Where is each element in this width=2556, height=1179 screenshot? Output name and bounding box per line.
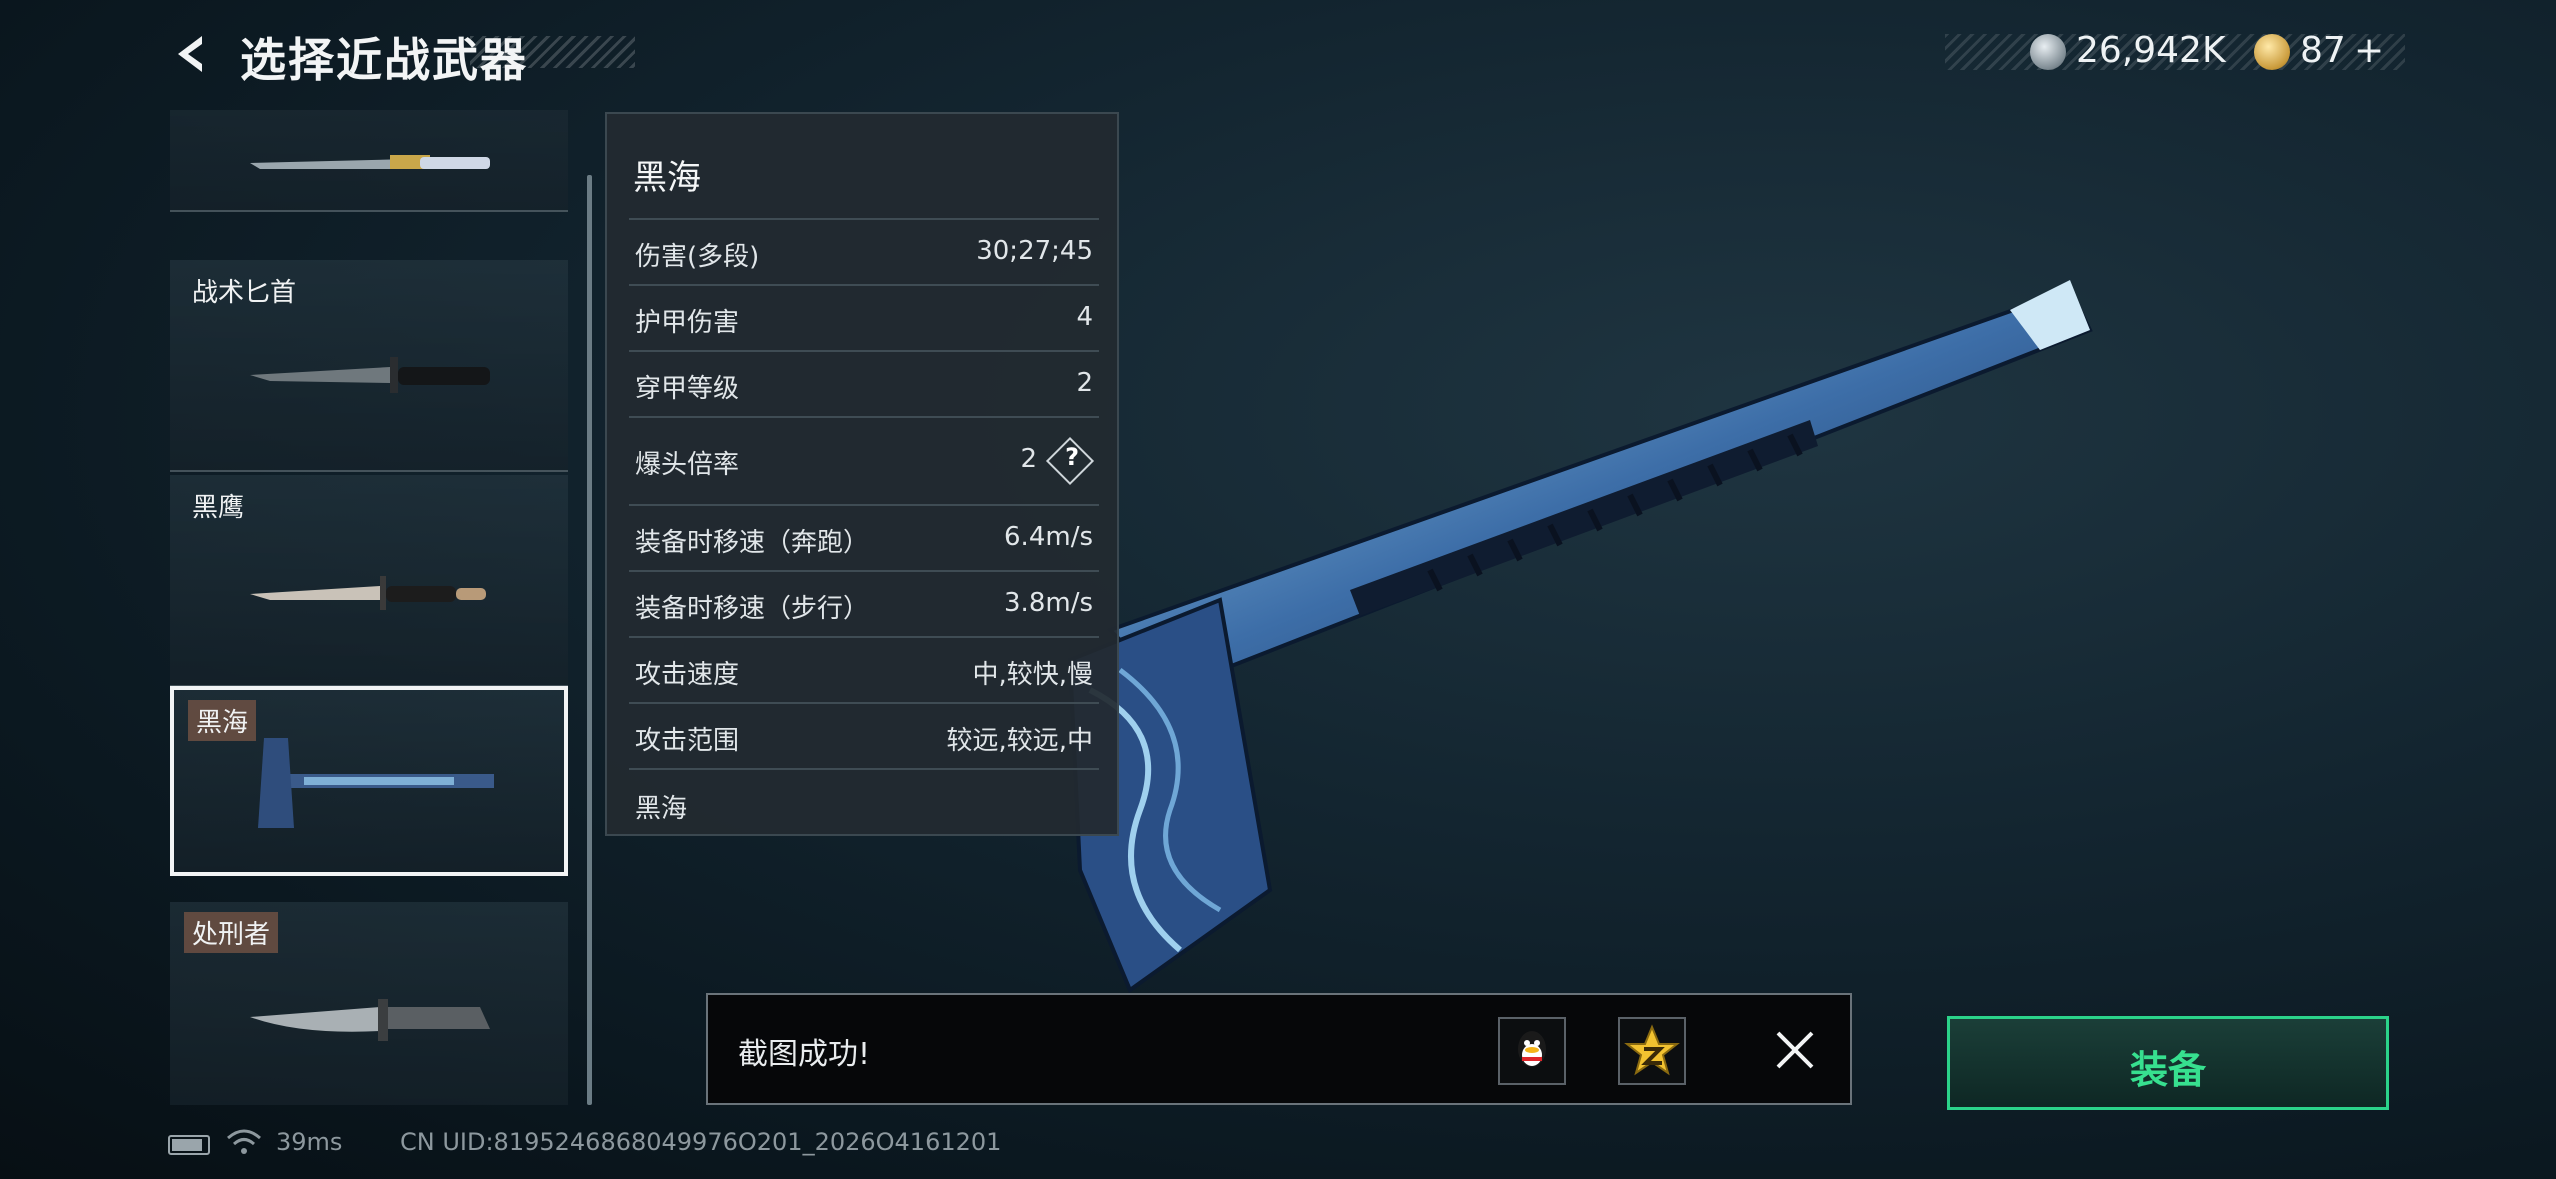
silver-balance: 26,942K [2076,30,2226,71]
list-scrollbar[interactable] [587,175,592,1105]
stat-value: 4 [1076,302,1093,332]
silver-coin-icon [2030,34,2066,70]
stat-value: 2 [1020,444,1037,474]
gold-coin-icon [2254,34,2290,70]
qq-share-icon [1518,1031,1546,1067]
weapon-thumbnail [250,999,490,1041]
qq-share-button[interactable] [1498,1017,1566,1085]
weapon-card-label: 处刑者 [184,912,279,953]
stat-row-footer: 黑海 [629,768,1099,832]
weapon-thumbnail [250,357,490,393]
stat-label: 伤害(多段) [635,242,760,272]
toast-message: 截图成功! [738,1037,871,1072]
stat-label: 装备时移速（奔跑） [635,528,870,558]
equip-button-label: 装备 [2129,1048,2206,1092]
close-icon[interactable] [1772,1027,1818,1073]
stat-row: 伤害(多段) 30;27;45 [629,218,1099,282]
weapon-thumbnail [250,155,490,169]
stat-value: 中,较快,慢 [972,660,1093,690]
back-arrow-icon[interactable] [168,32,212,76]
stat-label: 装备时移速（步行） [635,594,870,624]
ping-readout: 39ms [276,1128,343,1156]
stat-row: 护甲伤害 4 [629,284,1099,348]
stat-label: 攻击范围 [635,726,740,756]
qzone-share-button[interactable] [1618,1017,1686,1085]
axe-artwork [1067,280,2093,994]
weapon-card[interactable]: 战术匕首 [170,260,568,472]
stat-label: 护甲伤害 [635,308,740,338]
weapon-description: 黑海 [635,794,688,824]
stat-row: 攻击速度 中,较快,慢 [629,636,1099,700]
stat-row: 穿甲等级 2 [629,350,1099,414]
stat-value: 6.4m/s [1004,522,1093,552]
gold-balance: 87 [2300,30,2346,71]
qzone-share-icon [1624,1024,1680,1076]
stat-value: 3.8m/s [1004,588,1093,618]
stat-value: 2 [1076,368,1093,398]
stat-label: 爆头倍率 [635,450,740,480]
title-decoration [470,36,635,68]
weapon-card[interactable] [170,110,568,212]
stat-label: 穿甲等级 [635,374,740,404]
weapon-stats-panel: 黑海 伤害(多段) 30;27;45 护甲伤害 4 穿甲等级 2 爆头倍率 2 … [605,112,1119,836]
wifi-icon [227,1129,261,1154]
weapon-thumbnail [258,738,494,828]
weapon-card-selected[interactable]: 黑海 [170,686,568,876]
weapon-card[interactable]: 处刑者 [170,902,568,1105]
stat-label: 攻击速度 [635,660,740,690]
stat-value: 30;27;45 [976,236,1093,266]
stat-row: 装备时移速（步行） 3.8m/s [629,570,1099,634]
stat-row: 爆头倍率 2 ? [629,416,1099,502]
add-gold-button[interactable]: + [2354,30,2384,71]
equip-button[interactable]: 装备 [1947,1016,2389,1110]
weapon-name: 黑海 [633,158,701,198]
screenshot-toast: 截图成功! [706,993,1852,1105]
weapon-card-label: 战术匕首 [192,278,297,308]
weapon-list: 战术匕首 黑鹰 黑海 处刑者 [170,110,570,1105]
weapon-thumbnail [250,576,486,610]
user-uid: CN UID:8195246868049976O201_2026O4161201 [400,1128,1002,1156]
help-question-mark: ? [1065,443,1079,471]
stat-row: 装备时移速（奔跑） 6.4m/s [629,504,1099,568]
stat-row: 攻击范围 较远,较远,中 [629,702,1099,766]
stat-value: 较远,较远,中 [946,726,1093,756]
battery-icon [168,1135,210,1155]
weapon-card-label: 黑鹰 [192,493,245,523]
weapon-card[interactable]: 黑鹰 [170,475,568,687]
